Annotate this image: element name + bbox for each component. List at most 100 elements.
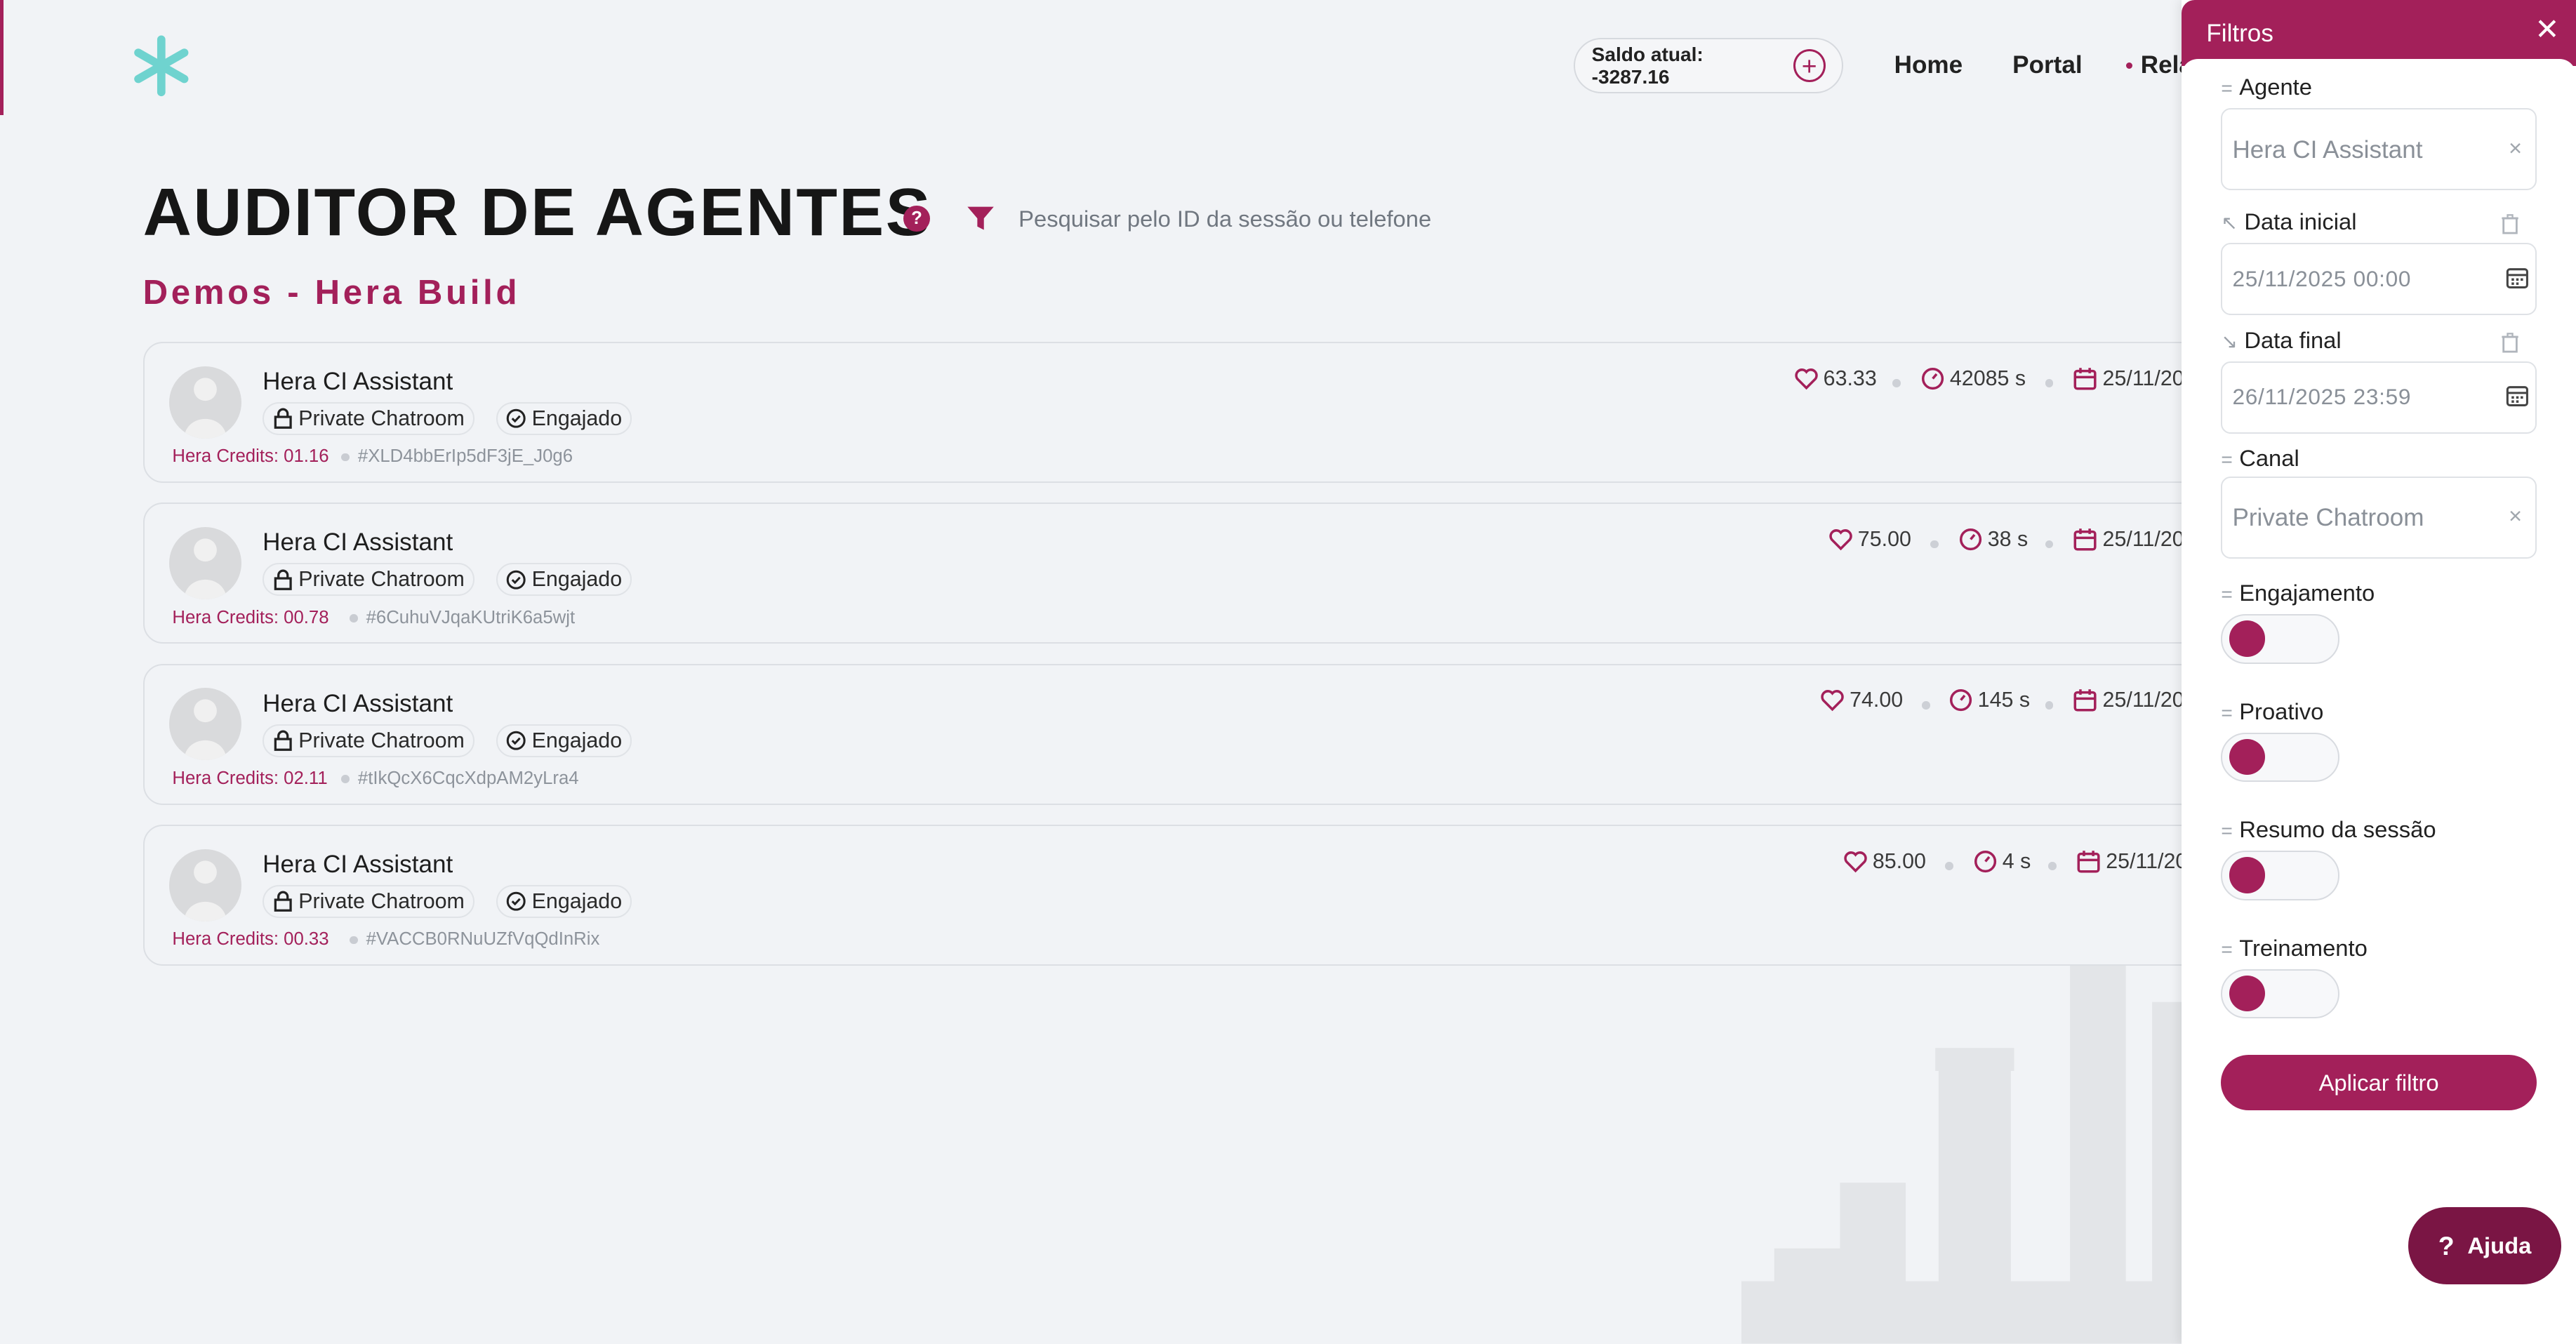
agent-name: Hera CI Assistant [263, 689, 453, 717]
summary-label-text: Resumo da sessão [2239, 816, 2436, 843]
lock-icon [274, 891, 292, 912]
search-input[interactable]: Pesquisar pelo ID da sessão ou telefone [1018, 206, 1431, 232]
duration-value: 145 s [1977, 688, 2031, 712]
help-circle-icon[interactable]: ? [903, 205, 930, 232]
session-card[interactable]: Hera CI Assistant Private Chatroom Engaj… [142, 824, 2279, 966]
separator-dot [341, 775, 350, 784]
drag-handle-icon: = [2221, 448, 2233, 471]
lock-icon [274, 730, 292, 751]
channel-filter-label: = Canal [2221, 445, 2299, 472]
drag-handle-icon: = [2221, 820, 2233, 842]
session-id[interactable]: #VACCB0RNuUZfVqQdInRix [366, 929, 600, 950]
clear-agent-icon[interactable]: × [2509, 135, 2522, 161]
separator-dot [1892, 379, 1901, 387]
proactive-label-text: Proativo [2239, 698, 2324, 724]
nav-home[interactable]: Home [1894, 51, 1963, 79]
credits-label: Hera Credits: 00.78 [172, 607, 329, 627]
heart-icon [1829, 529, 1852, 551]
end-date-value: 26/11/2025 23:59 [2232, 384, 2412, 410]
start-date-label: ↖ Data inicial [2221, 208, 2356, 235]
proactive-label: = Proativo [2221, 698, 2323, 725]
separator-dot [350, 936, 358, 945]
proactive-toggle[interactable] [2221, 732, 2339, 783]
calendar-icon[interactable] [2506, 266, 2529, 289]
summary-toggle[interactable] [2221, 851, 2339, 900]
clock-icon [1959, 528, 1981, 551]
arrow-down-right-icon: ↘ [2221, 330, 2238, 352]
calendar-icon [2073, 528, 2097, 551]
separator-dot [350, 614, 358, 623]
score-value: 63.33 [1823, 366, 1877, 390]
score-metric: 74.00 [1820, 688, 1903, 712]
session-card[interactable]: Hera CI Assistant Private Chatroom Engaj… [142, 341, 2279, 484]
channel-filter-label-text: Canal [2239, 445, 2299, 472]
status-label: Engajado [531, 567, 623, 592]
training-label-text: Treinamento [2239, 934, 2368, 961]
add-balance-icon[interactable]: + [1793, 49, 1826, 83]
separator-dot [341, 453, 350, 462]
channel-chip: Private Chatroom [263, 724, 474, 757]
nav-active-dot [2125, 62, 2133, 69]
duration-value: 4 s [2002, 849, 2031, 873]
filters-header: Filtros ✕ [2182, 0, 2576, 66]
session-id[interactable]: #6CuhuVJqaKUtriK6a5wjt [366, 608, 576, 628]
separator-dot [1930, 540, 1939, 549]
session-card[interactable]: Hera CI Assistant Private Chatroom Engaj… [142, 503, 2279, 644]
clear-channel-icon[interactable]: × [2509, 503, 2522, 529]
separator-dot [2045, 540, 2054, 549]
score-value: 74.00 [1850, 688, 1904, 712]
duration-metric: 145 s [1948, 688, 2031, 712]
trash-icon[interactable] [2500, 332, 2520, 353]
end-date-label: ↘ Data final [2221, 327, 2341, 354]
credits-label: Hera Credits: 00.33 [172, 929, 329, 950]
separator-dot [1922, 701, 1930, 710]
duration-metric: 42085 s [1920, 366, 2026, 391]
channel-chip: Private Chatroom [263, 885, 474, 918]
channel-chip: Private Chatroom [263, 402, 474, 435]
end-date-input[interactable]: 26/11/2025 23:59 [2221, 361, 2537, 434]
filters-body: = Agente Hera CI Assistant × ↖ Data inicia… [2182, 59, 2576, 1344]
session-id[interactable]: #tIkQcX6CqcXdpAM2yLra4 [358, 769, 579, 789]
help-button[interactable]: ? Ajuda [2408, 1207, 2561, 1285]
start-date-input[interactable]: 25/11/2025 00:00 [2221, 243, 2537, 316]
drag-handle-icon: = [2221, 938, 2233, 960]
filters-title: Filtros [2206, 20, 2273, 48]
clock-icon [1949, 689, 1972, 712]
nav-portal[interactable]: Portal [2012, 51, 2082, 79]
close-icon[interactable]: ✕ [2535, 15, 2559, 44]
credits-label: Hera Credits: 01.16 [172, 446, 329, 467]
score-value: 75.00 [1857, 527, 1911, 552]
trash-icon[interactable] [2500, 213, 2520, 234]
balance-label: Saldo atual: -3287.16 [1591, 43, 1704, 88]
score-metric: 85.00 [1843, 849, 1926, 874]
channel-label: Private Chatroom [298, 889, 465, 914]
lock-icon [274, 569, 292, 590]
left-accent-bar [0, 0, 4, 115]
score-metric: 63.33 [1794, 366, 1877, 391]
agent-select[interactable]: Hera CI Assistant × [2221, 108, 2537, 191]
toggle-knob [2229, 738, 2266, 776]
calendar-icon [2073, 689, 2097, 712]
training-toggle[interactable] [2221, 969, 2339, 1019]
score-metric: 75.00 [1828, 527, 1911, 552]
separator-dot [2048, 862, 2057, 871]
check-circle-icon [506, 892, 526, 912]
apply-filter-button[interactable]: Aplicar filtro [2221, 1054, 2537, 1111]
status-chip: Engajado [496, 724, 632, 757]
funnel-icon[interactable] [966, 204, 995, 233]
check-circle-icon [506, 570, 526, 590]
duration-value: 38 s [1987, 527, 2029, 552]
session-card[interactable]: Hera CI Assistant Private Chatroom Engaj… [142, 663, 2279, 805]
session-id[interactable]: #XLD4bbErIp5dF3jE_J0g6 [358, 446, 573, 467]
duration-value: 42085 s [1949, 366, 2026, 390]
calendar-icon[interactable] [2506, 384, 2529, 407]
agent-name: Hera CI Assistant [263, 851, 453, 879]
status-chip: Engajado [496, 885, 632, 918]
status-label: Engajado [531, 406, 623, 430]
toggle-knob [2229, 620, 2266, 657]
engagement-toggle[interactable] [2221, 614, 2339, 664]
channel-select[interactable]: Private Chatroom × [2221, 476, 2537, 559]
engagement-label-text: Engajamento [2239, 580, 2375, 606]
asterisk-logo-icon[interactable] [128, 33, 194, 99]
end-date-label-text: Data final [2244, 326, 2342, 353]
